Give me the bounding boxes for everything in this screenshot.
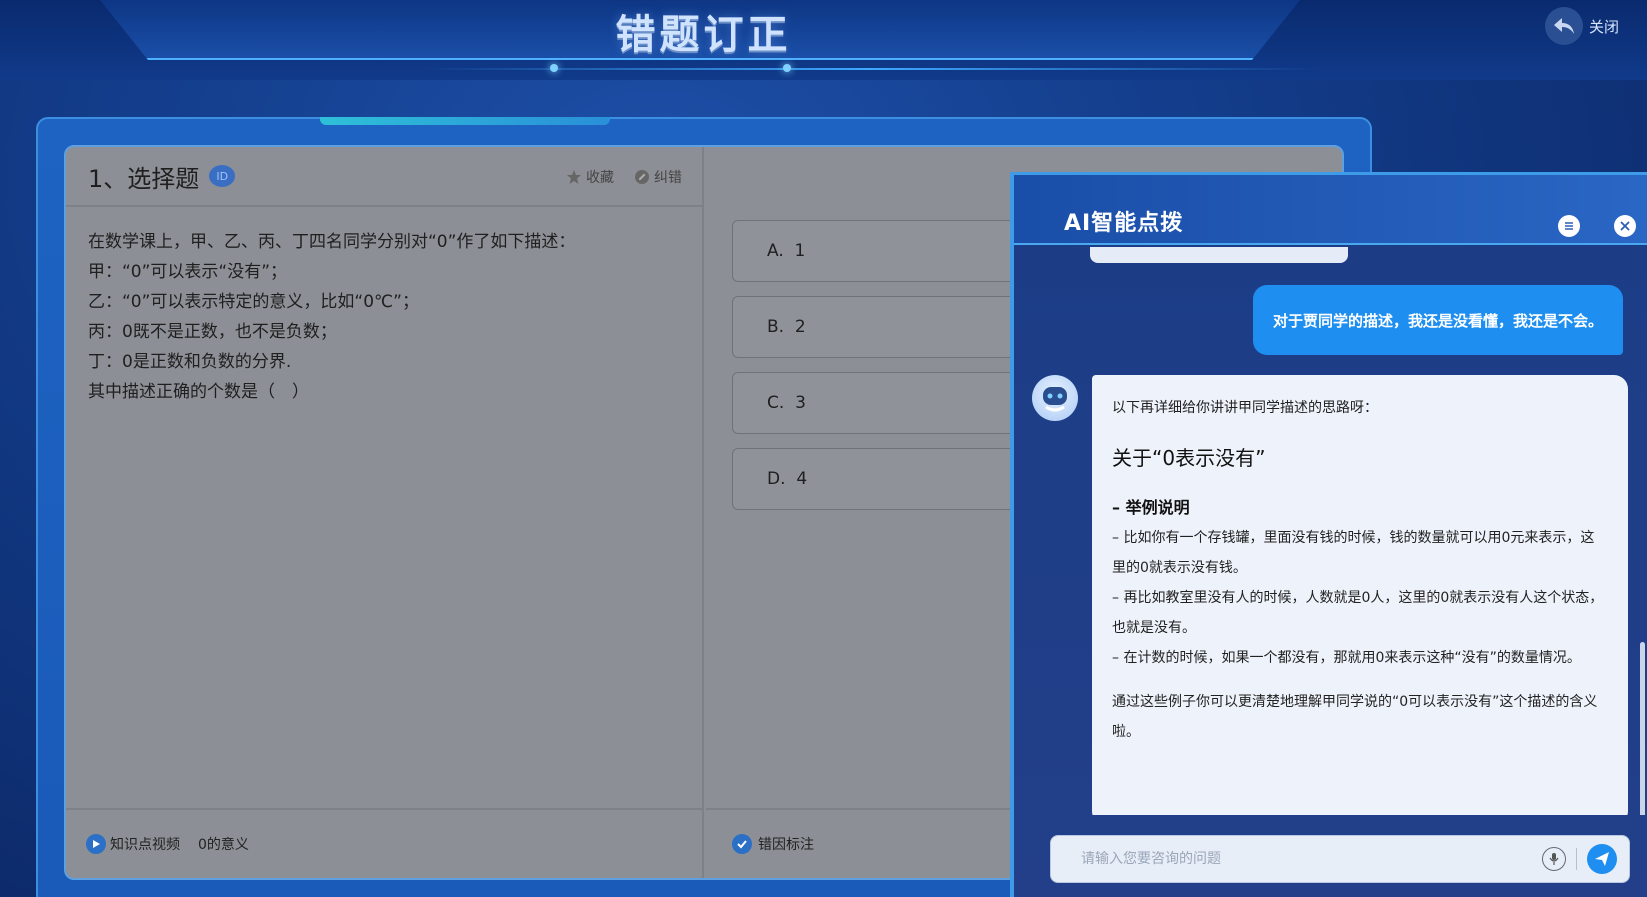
question-line: 丁：0是正数和负数的分界.: [88, 352, 292, 372]
send-icon: [1595, 852, 1609, 866]
bot-intro: 以下再详细给你讲讲甲同学描述的思路呀：: [1112, 400, 1378, 416]
ai-panel-header: AI智能点拨: [1014, 175, 1647, 245]
question-line: 其中描述正确的个数是（ ）: [88, 382, 309, 402]
header-dot: [550, 64, 558, 72]
option-c[interactable]: C. 3: [732, 372, 1022, 434]
list-icon: [1565, 222, 1573, 230]
robot-avatar-icon: [1032, 375, 1078, 421]
question-left-column: 1、选择题 ID 收藏 纠错 在数学课上，甲、乙、丙、丁四名同学分别对“0”作了…: [66, 147, 704, 878]
user-message: 对于贾同学的描述，我还是没看懂，我还是不会。: [1253, 285, 1623, 355]
report-error-button[interactable]: 纠错: [634, 167, 682, 187]
option-a[interactable]: A. 1: [732, 220, 1022, 282]
history-button[interactable]: [1558, 215, 1580, 237]
question-line: 乙：“0”可以表示特定的意义，比如“0℃”；: [88, 292, 419, 312]
input-separator: [1576, 848, 1577, 870]
knowledge-video-button[interactable]: 知识点视频: [86, 834, 180, 854]
send-button[interactable]: [1587, 844, 1617, 874]
header-dot: [783, 64, 791, 72]
page-title: 错题订正: [615, 12, 792, 58]
voice-input-button[interactable]: [1542, 847, 1566, 871]
report-error-label: 纠错: [654, 170, 682, 186]
tag-icon: [732, 834, 752, 854]
back-arrow-icon: [1545, 7, 1583, 45]
bot-heading: 关于“0表示没有”: [1112, 446, 1266, 470]
error-cause-label: 错因标注: [758, 837, 814, 853]
microphone-icon: [1549, 853, 1559, 865]
option-text: 2: [794, 317, 806, 337]
knowledge-point[interactable]: 0的意义: [198, 834, 249, 854]
question-header: 1、选择题 ID 收藏 纠错: [66, 147, 702, 207]
option-b[interactable]: B. 2: [732, 296, 1022, 358]
outer-panel-tab: [320, 117, 610, 125]
bot-list-item: – 比如你有一个存钱罐，里面没有钱的时候，钱的数量就可以用0元来表示，这里的0就…: [1112, 530, 1595, 576]
edit-icon: [635, 170, 649, 184]
option-text: 3: [795, 393, 806, 413]
favorite-button[interactable]: 收藏: [566, 167, 614, 187]
favorite-label: 收藏: [586, 170, 614, 186]
question-line: 甲：“0”可以表示“没有”；: [88, 262, 288, 282]
question-type: 1、选择题: [88, 164, 200, 193]
close-icon: [1620, 221, 1630, 231]
bot-list-item: – 在计数的时候，如果一个都没有，那就用0来表示这种“没有”的数量情况。: [1112, 650, 1581, 666]
question-footer: 知识点视频 0的意义: [66, 808, 702, 878]
option-d[interactable]: D. 4: [732, 448, 1022, 510]
option-text: 4: [796, 469, 808, 489]
ai-assistant-panel: AI智能点拨 对于贾同学的描述，我还是没看懂，我还是不会。 以下再详细给你讲讲甲…: [1010, 172, 1647, 897]
chat-area[interactable]: 对于贾同学的描述，我还是没看懂，我还是不会。 以下再详细给你讲讲甲同学描述的思路…: [1014, 247, 1647, 815]
top-header: 错题订正 关闭: [0, 0, 1647, 80]
bot-conclusion: 通过这些例子你可以更清楚地理解甲同学说的“0可以表示没有”这个描述的含义啦。: [1112, 694, 1598, 740]
bot-message: 以下再详细给你讲讲甲同学描述的思路呀： 关于“0表示没有” – 举例说明 – 比…: [1092, 375, 1628, 815]
close-label: 关闭: [1589, 17, 1620, 36]
error-cause-button[interactable]: 错因标注: [732, 834, 814, 854]
option-letter: C.: [767, 393, 785, 413]
ai-panel-title: AI智能点拨: [1064, 211, 1184, 236]
star-icon: [567, 170, 581, 184]
question-line: 丙：0既不是正数，也不是负数；: [88, 322, 337, 342]
chat-scrollbar[interactable]: [1640, 642, 1645, 815]
play-icon: [86, 834, 106, 854]
id-badge[interactable]: ID: [209, 165, 236, 187]
ai-close-button[interactable]: [1614, 215, 1636, 237]
chat-input[interactable]: [1081, 851, 1542, 867]
option-letter: D.: [767, 469, 786, 489]
option-letter: B.: [767, 317, 785, 337]
knowledge-video-label: 知识点视频: [110, 837, 180, 853]
question-actions: 收藏 纠错: [566, 167, 682, 187]
previous-message: [1090, 247, 1348, 263]
option-letter: A.: [767, 241, 784, 261]
option-text: 1: [794, 241, 806, 261]
close-button[interactable]: 关闭: [1545, 6, 1619, 46]
bot-subheading: – 举例说明: [1112, 498, 1190, 517]
bot-list-item: – 再比如教室里没有人的时候，人数就是0人，这里的0就表示没有人这个状态，也就是…: [1112, 590, 1604, 636]
question-stem: 在数学课上，甲、乙、丙、丁四名同学分别对“0”作了如下描述： 甲：“0”可以表示…: [66, 207, 702, 427]
chat-input-bar: [1050, 835, 1630, 883]
question-line: 在数学课上，甲、乙、丙、丁四名同学分别对“0”作了如下描述：: [88, 232, 576, 252]
